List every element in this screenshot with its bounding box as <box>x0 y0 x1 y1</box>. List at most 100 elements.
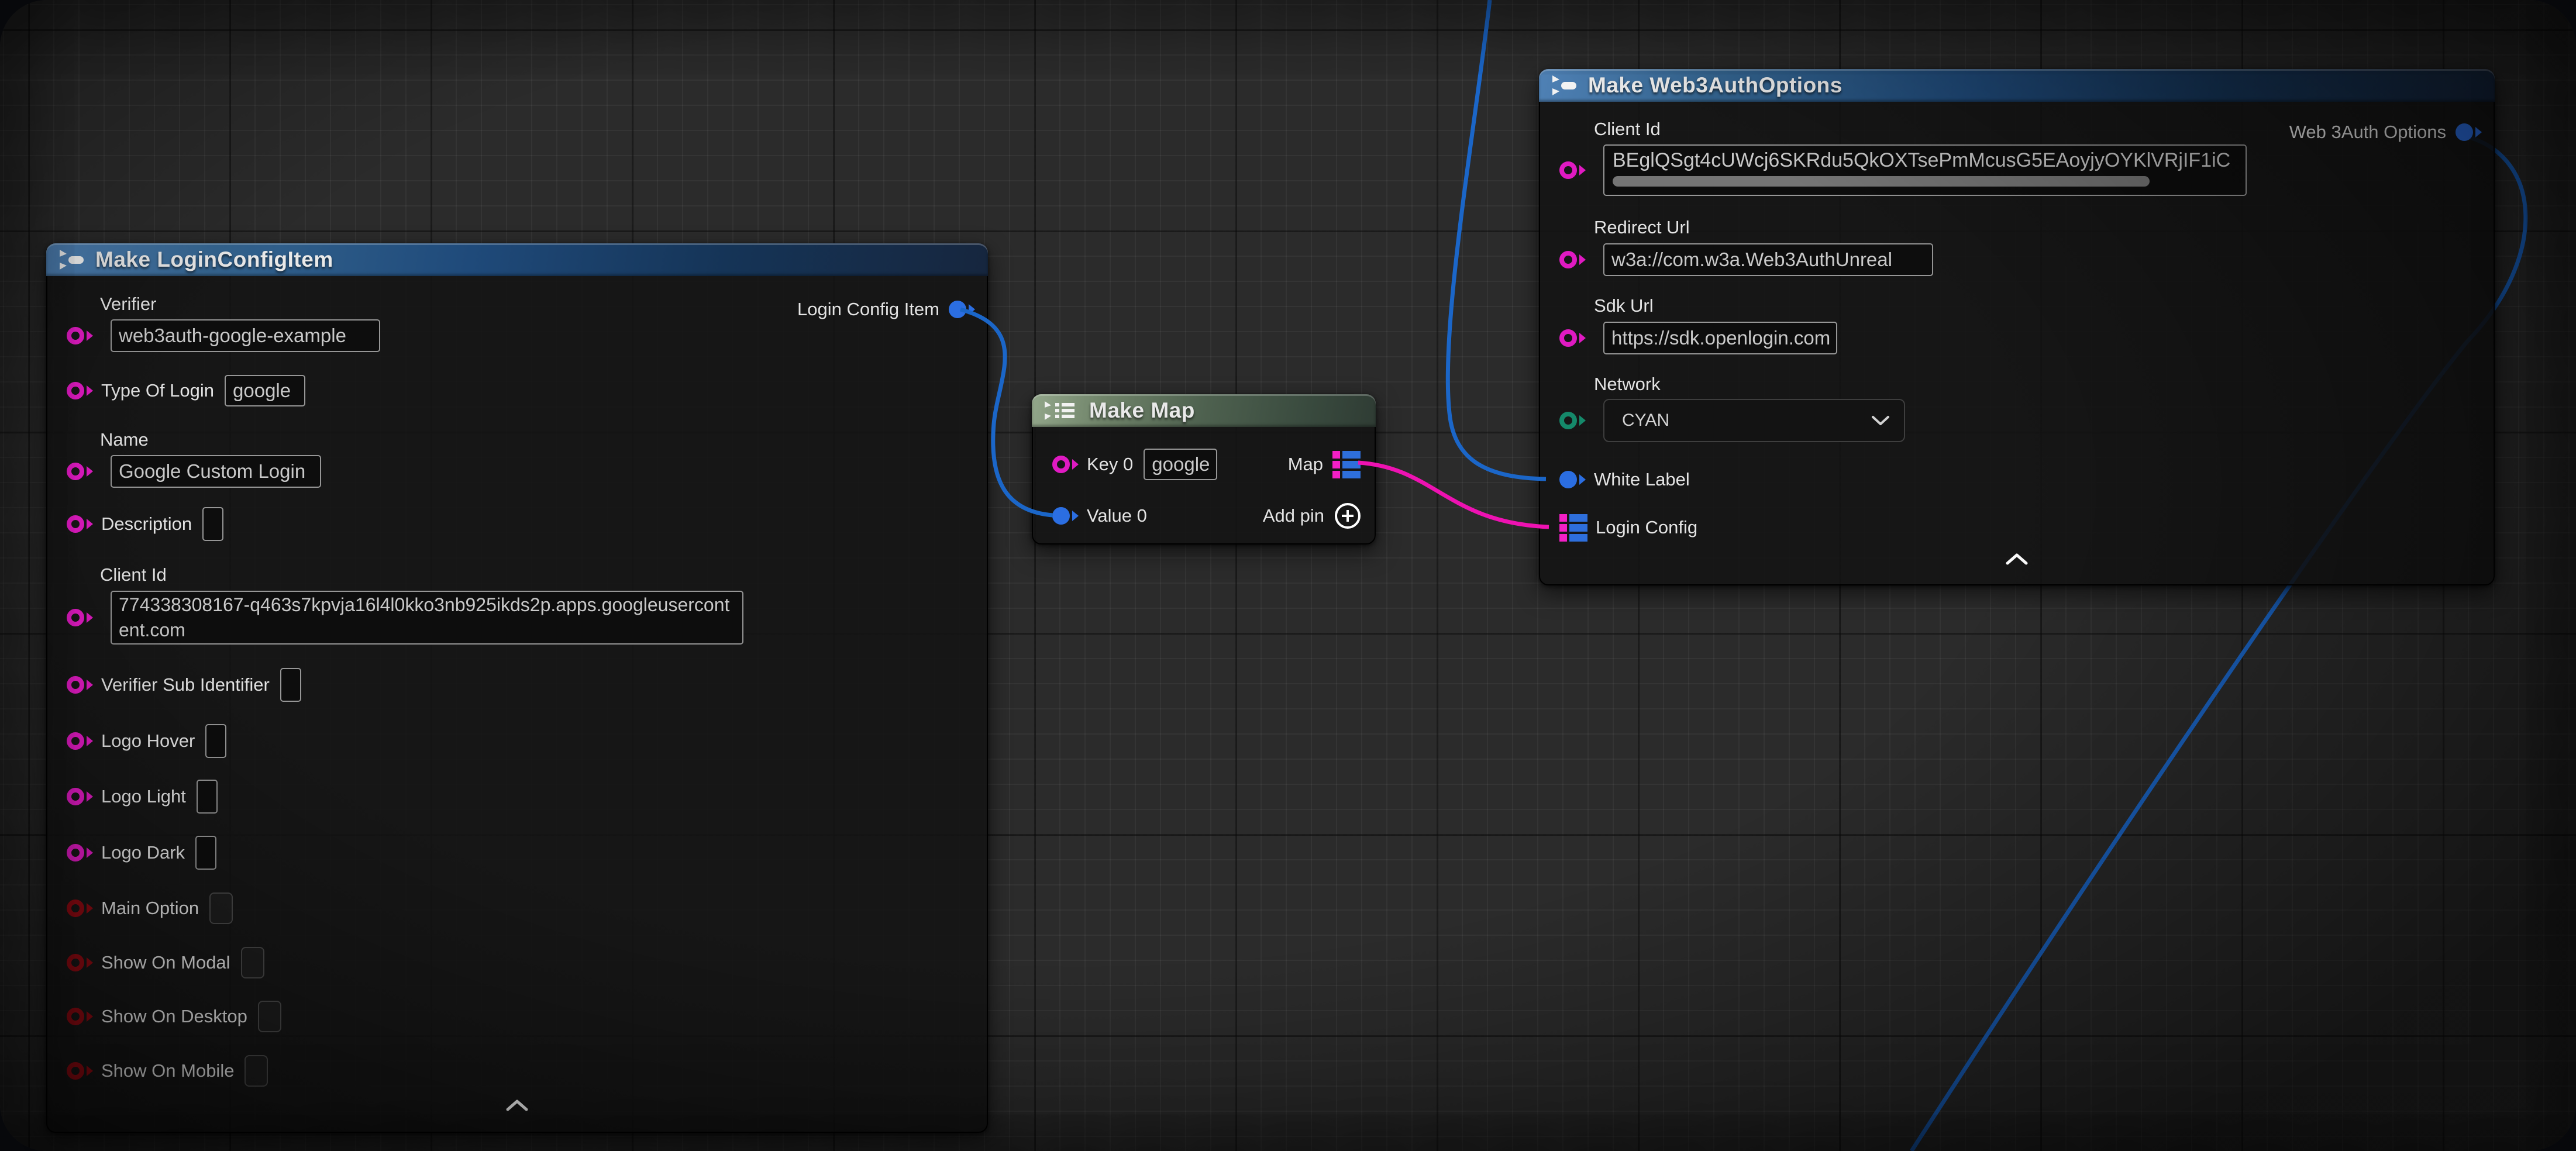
node-title: Make LoginConfigItem <box>95 247 333 272</box>
name-input[interactable]: Google Custom Login <box>111 455 321 488</box>
show-on-modal-row: Show On Modal <box>47 946 987 980</box>
key0-input[interactable]: google <box>1144 449 1217 480</box>
login-config-row: Login Config <box>1540 510 2494 545</box>
verifier-sub-identifier-pin[interactable] <box>67 676 93 694</box>
client-id-pin[interactable] <box>67 609 93 626</box>
node-title: Make Web3AuthOptions <box>1588 73 1843 98</box>
wire-offscreen-to-whitelabel[interactable] <box>1448 0 1546 479</box>
verifier-sub-identifier-input[interactable] <box>280 668 301 702</box>
logo-hover-row: Logo Hover <box>47 724 987 758</box>
node-make-web3authoptions[interactable]: Make Web3AuthOptions Web 3Auth Options C… <box>1539 69 2495 585</box>
show-on-desktop-pin[interactable] <box>67 1008 93 1025</box>
chevron-up-icon <box>2005 553 2029 565</box>
type-of-login-label: Type Of Login <box>101 380 214 401</box>
white-label-row: White Label <box>1540 462 2494 497</box>
logo-light-input[interactable] <box>197 780 218 814</box>
redirect-url-row: w3a://com.w3a.Web3AuthUnreal <box>1540 243 2494 276</box>
name-row: Google Custom Login <box>47 455 987 487</box>
verifier-input[interactable]: web3auth-google-example <box>111 319 380 352</box>
redirect-url-input[interactable]: w3a://com.w3a.Web3AuthUnreal <box>1603 243 1933 276</box>
value0-addpin-row: Value 0 Add pin <box>1033 499 1375 533</box>
name-pin[interactable] <box>67 463 93 480</box>
client-id-scrollbar[interactable] <box>1613 176 2150 187</box>
add-pin-button[interactable]: Add pin <box>1263 503 1361 529</box>
show-on-desktop-row: Show On Desktop <box>47 1000 987 1033</box>
main-option-row: Main Option <box>47 891 987 925</box>
type-of-login-input[interactable]: google <box>225 375 305 406</box>
network-label: Network <box>1594 374 1661 395</box>
logo-dark-input[interactable] <box>195 836 216 870</box>
logo-hover-pin[interactable] <box>67 732 93 750</box>
blueprint-graph-canvas[interactable]: Make LoginConfigItem Login Config Item V… <box>0 0 2576 1151</box>
node-header[interactable]: Make Map <box>1032 394 1376 427</box>
web3auth-options-output-pin[interactable] <box>2456 123 2482 141</box>
add-pin-plus-icon <box>1335 503 1361 529</box>
sdk-url-pin[interactable] <box>1559 329 1586 347</box>
show-on-modal-pin[interactable] <box>67 954 93 971</box>
redirect-url-pin[interactable] <box>1559 251 1586 268</box>
chevron-down-icon <box>1871 415 1890 426</box>
client-id-row: 774338308167-q463s7kpvja16l4l0kko3nb925i… <box>47 591 987 645</box>
verifier-label: Verifier <box>100 294 156 315</box>
value0-pin[interactable] <box>1052 507 1079 525</box>
make-struct-icon <box>58 249 86 271</box>
description-row: Description <box>47 507 987 541</box>
client-id-input[interactable]: 774338308167-q463s7kpvja16l4l0kko3nb925i… <box>111 591 743 645</box>
logo-hover-label: Logo Hover <box>101 730 195 752</box>
login-config-pin[interactable] <box>1559 514 1587 542</box>
name-label: Name <box>100 429 149 450</box>
make-struct-icon <box>1551 74 1579 97</box>
node-header[interactable]: Make Web3AuthOptions <box>1539 69 2495 102</box>
show-on-modal-checkbox[interactable] <box>241 947 264 978</box>
type-of-login-row: Type Of Login google <box>47 374 987 407</box>
network-selected-value: CYAN <box>1622 411 1669 430</box>
show-on-desktop-checkbox[interactable] <box>258 1001 281 1032</box>
key0-label: Key 0 <box>1087 454 1133 475</box>
output-pin-label: Login Config Item <box>797 299 939 320</box>
show-on-mobile-checkbox[interactable] <box>244 1055 268 1087</box>
collapse-node-button[interactable] <box>1540 553 2494 565</box>
chevron-up-icon <box>505 1100 529 1111</box>
collapse-node-button[interactable] <box>47 1100 987 1111</box>
node-make-loginconfigitem[interactable]: Make LoginConfigItem Login Config Item V… <box>46 243 988 1133</box>
wire-map-to-loginconfig[interactable] <box>1358 463 1549 527</box>
sdk-url-row: https://sdk.openlogin.com <box>1540 321 2494 354</box>
network-pin[interactable] <box>1559 412 1586 429</box>
white-label-pin[interactable] <box>1559 471 1586 488</box>
description-input[interactable] <box>202 507 223 541</box>
main-option-pin[interactable] <box>67 900 93 917</box>
node-header[interactable]: Make LoginConfigItem <box>46 243 988 276</box>
logo-dark-row: Logo Dark <box>47 836 987 870</box>
network-dropdown[interactable]: CYAN <box>1603 399 1905 442</box>
description-label: Description <box>101 514 192 535</box>
logo-dark-pin[interactable] <box>67 844 93 861</box>
map-output-label: Map <box>1288 454 1323 475</box>
white-label-label: White Label <box>1594 469 1690 490</box>
node-title: Make Map <box>1089 398 1195 423</box>
logo-hover-input[interactable] <box>205 724 226 758</box>
main-option-checkbox[interactable] <box>209 892 233 924</box>
client-id-input[interactable]: BEglQSgt4cUWcj6SKRdu5QkOXTsePmMcusG5EAoy… <box>1603 144 2247 196</box>
logo-light-label: Logo Light <box>101 786 186 807</box>
type-of-login-pin[interactable] <box>67 382 93 399</box>
node-make-map[interactable]: Make Map Key 0 google Map Value 0 Add pi… <box>1032 394 1376 545</box>
client-id-label: Client Id <box>1594 119 1661 140</box>
key0-pin[interactable] <box>1052 456 1079 473</box>
client-id-label: Client Id <box>100 564 167 585</box>
verifier-sub-identifier-row: Verifier Sub Identifier <box>47 668 987 702</box>
output-pin-label: Web 3Auth Options <box>2289 122 2446 143</box>
verifier-pin[interactable] <box>67 327 93 344</box>
show-on-mobile-row: Show On Mobile <box>47 1054 987 1088</box>
client-id-pin[interactable] <box>1559 161 1586 179</box>
client-id-row: BEglQSgt4cUWcj6SKRdu5QkOXTsePmMcusG5EAoy… <box>1540 144 2494 196</box>
key0-map-row: Key 0 google Map <box>1033 448 1375 481</box>
sdk-url-input[interactable]: https://sdk.openlogin.com <box>1603 322 1837 354</box>
show-on-mobile-pin[interactable] <box>67 1062 93 1080</box>
make-map-icon <box>1044 399 1080 422</box>
description-pin[interactable] <box>67 515 93 533</box>
logo-light-pin[interactable] <box>67 788 93 805</box>
map-output-pin[interactable] <box>1332 451 1361 478</box>
show-on-mobile-label: Show On Mobile <box>101 1060 234 1081</box>
redirect-url-label: Redirect Url <box>1594 217 1690 238</box>
login-config-item-output-pin[interactable] <box>949 301 975 318</box>
